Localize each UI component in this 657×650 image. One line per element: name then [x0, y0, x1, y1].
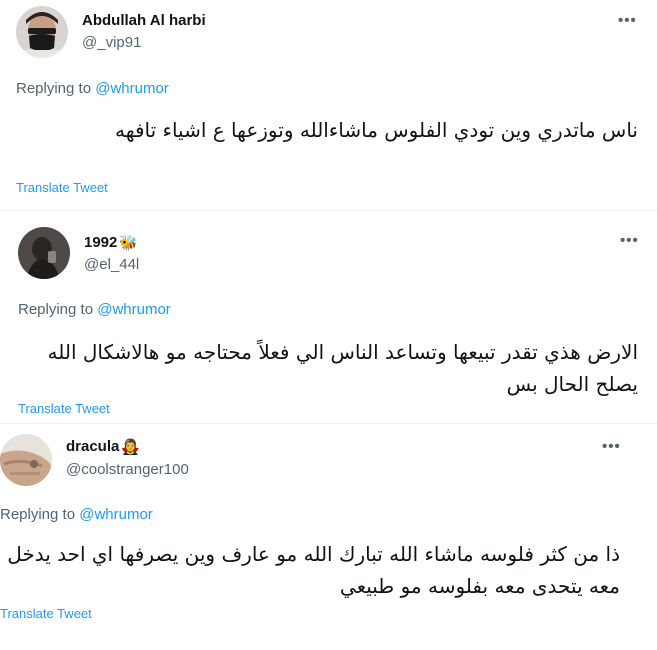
replying-label: Replying to — [16, 80, 92, 97]
translate-tweet-link[interactable]: Translate Tweet — [18, 401, 110, 416]
more-options-icon[interactable]: ••• — [618, 12, 637, 29]
more-options-icon[interactable]: ••• — [602, 438, 621, 455]
author-handle[interactable]: @coolstranger100 — [66, 461, 189, 478]
replying-to: Replying to @whrumor — [0, 506, 153, 523]
author-name-text: dracula — [66, 438, 120, 455]
author-name[interactable]: 1992 🐝 — [84, 234, 138, 252]
replying-to: Replying to @whrumor — [18, 301, 171, 318]
vampire-icon: 🧛‍♀️ — [121, 439, 141, 456]
tweet-3[interactable]: dracula 🧛‍♀️ @coolstranger100 ••• Replyin… — [0, 424, 657, 650]
replying-label: Replying to — [18, 301, 94, 318]
tweet-text: ناس ماتدري وين تودي الفلوس ماشاءالله وتو… — [115, 118, 638, 142]
hand-photo-avatar-icon — [0, 434, 52, 486]
avatar[interactable] — [18, 227, 70, 279]
translate-tweet-link[interactable]: Translate Tweet — [16, 180, 108, 195]
tweet-text: ذا من كثر فلوسه ماشاء الله تبارك الله مو… — [7, 542, 620, 598]
tweet-text: الارض هذي تقدر تبيعها وتساعد الناس الي ف… — [47, 340, 638, 396]
author-name[interactable]: dracula 🧛‍♀️ — [66, 438, 140, 456]
reply-mention-link[interactable]: @whrumor — [97, 301, 171, 318]
replying-label: Replying to — [0, 506, 76, 523]
author-handle[interactable]: @_vip91 — [82, 34, 141, 51]
avatar[interactable] — [0, 434, 52, 486]
author-name-text: 1992 — [84, 234, 118, 251]
reply-mention-link[interactable]: @whrumor — [79, 506, 153, 523]
avatar[interactable] — [16, 6, 68, 58]
bee-icon: 🐝 — [119, 235, 139, 252]
translate-tweet-link[interactable]: Translate Tweet — [0, 606, 92, 621]
tweet-1[interactable]: Abdullah Al harbi @_vip91 ••• Replying t… — [0, 0, 657, 210]
masked-person-avatar-icon — [16, 6, 68, 58]
replying-to: Replying to @whrumor — [16, 80, 169, 97]
tweet-2[interactable]: 1992 🐝 @el_44l ••• Replying to @whrumor ا… — [0, 211, 657, 423]
author-handle[interactable]: @el_44l — [84, 256, 139, 273]
author-name[interactable]: Abdullah Al harbi — [82, 12, 206, 29]
dark-photo-avatar-icon — [18, 227, 70, 279]
more-options-icon[interactable]: ••• — [620, 232, 639, 249]
reply-mention-link[interactable]: @whrumor — [95, 80, 169, 97]
